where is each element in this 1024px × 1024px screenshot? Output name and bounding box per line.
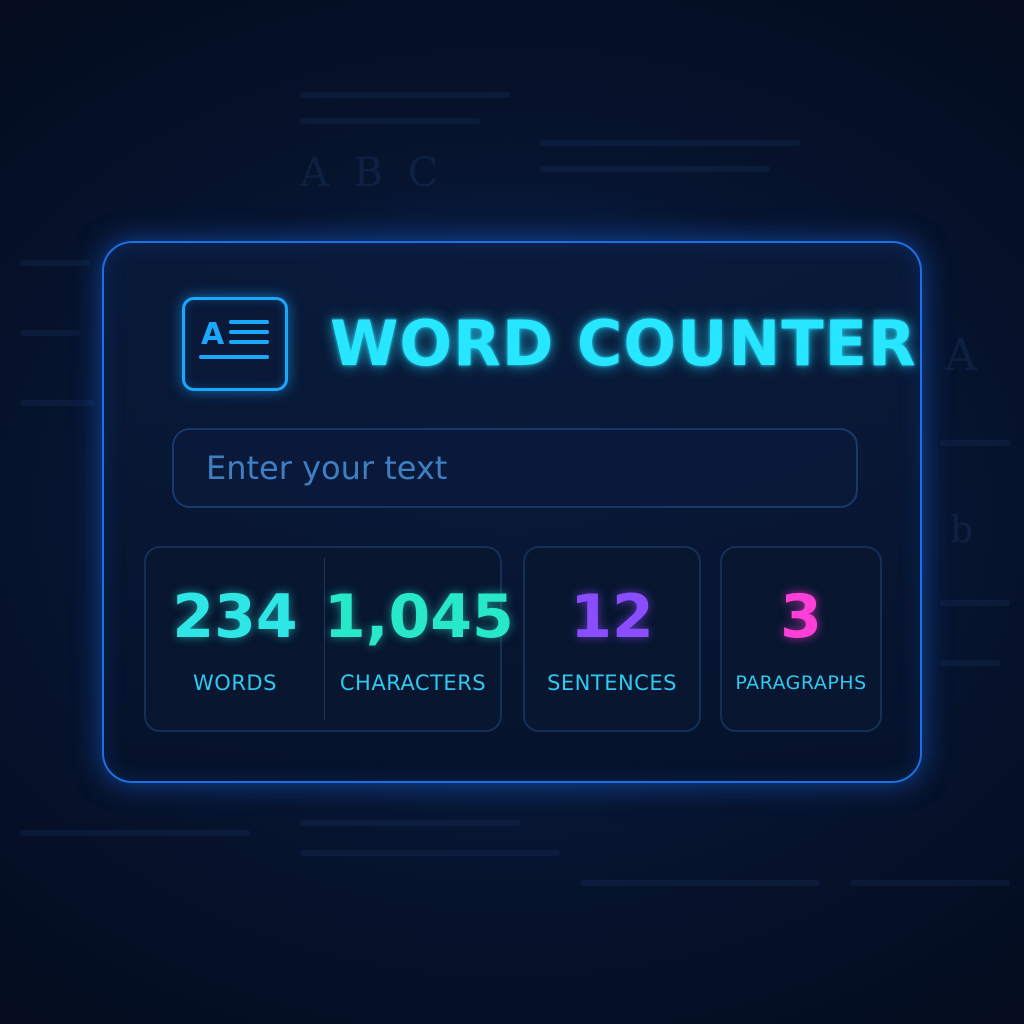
sentences-label: SENTENCES — [547, 671, 677, 695]
sentences-count: 12 — [570, 582, 654, 652]
words-count: 234 — [172, 582, 298, 652]
app-title: WORD COUNTER — [330, 307, 917, 380]
paragraphs-count: 3 — [780, 582, 822, 652]
text-input[interactable] — [172, 428, 858, 508]
stats-panel-words-characters: 234 WORDS 1,045 CHARACTERS — [144, 546, 514, 732]
logo-letter: A — [201, 317, 225, 352]
text-lines-icon: A — [199, 317, 269, 359]
stat-sentences: 12 SENTENCES — [525, 548, 699, 730]
word-counter-card: A WORD COUNTER 234 WORDS 1,045 CHARACTER… — [102, 241, 922, 783]
stat-characters: 1,045 CHARACTERS — [324, 548, 514, 730]
text-document-icon: A — [182, 297, 288, 391]
characters-label: CHARACTERS — [339, 671, 487, 695]
stats-panel-paragraphs: 3 PARAGRAPHS — [720, 546, 882, 732]
words-label: WORDS — [193, 671, 277, 695]
characters-count: 1,045 — [324, 582, 514, 652]
stats-panel-sentences: 12 SENTENCES — [523, 546, 701, 732]
stat-paragraphs: 3 PARAGRAPHS — [722, 548, 880, 730]
stat-words: 234 WORDS — [146, 548, 324, 730]
paragraphs-label: PARAGRAPHS — [735, 672, 867, 694]
